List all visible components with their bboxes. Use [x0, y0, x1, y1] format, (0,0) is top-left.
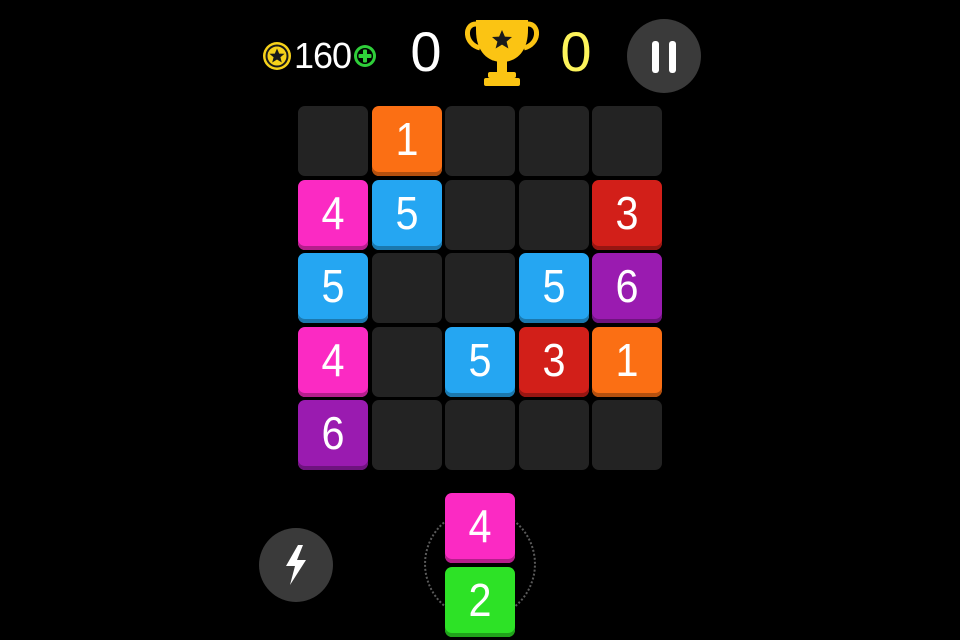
best-score: 0 — [560, 20, 592, 83]
tile-4[interactable]: 4 — [298, 179, 368, 250]
tile-5[interactable]: 5 — [445, 326, 515, 397]
next-tile-2[interactable]: 2 — [445, 567, 515, 637]
tile-number: 5 — [394, 186, 419, 239]
tile-number: 4 — [321, 333, 345, 386]
tile-number: 5 — [541, 260, 566, 312]
pause-bar-right — [669, 41, 676, 73]
tile-number: 4 — [468, 500, 492, 552]
tile-5[interactable]: 5 — [371, 179, 442, 250]
game-board: 145355645316 — [298, 106, 662, 470]
tile-1[interactable]: 1 — [592, 326, 662, 397]
tile-1[interactable]: 1 — [371, 106, 442, 176]
tile-6[interactable]: 6 — [592, 253, 662, 323]
current-score: 0 — [410, 20, 442, 83]
tile-number: 5 — [468, 333, 492, 386]
plus-icon[interactable] — [353, 44, 377, 68]
empty-cell[interactable] — [445, 106, 515, 176]
pause-bar-left — [652, 41, 659, 73]
tile-5[interactable]: 5 — [298, 253, 368, 323]
tile-number: 3 — [541, 333, 566, 386]
tile-number: 6 — [615, 260, 639, 312]
empty-cell[interactable] — [445, 179, 515, 250]
empty-cell[interactable] — [445, 253, 515, 323]
tile-number: 6 — [321, 407, 345, 459]
empty-cell[interactable] — [371, 253, 442, 323]
coin-icon — [263, 42, 291, 70]
empty-cell[interactable] — [371, 400, 442, 470]
tile-6[interactable]: 6 — [298, 400, 368, 470]
tile-4[interactable]: 4 — [298, 326, 368, 397]
next-tile-4[interactable]: 4 — [445, 493, 515, 563]
empty-cell[interactable] — [518, 106, 589, 176]
power-up-button[interactable] — [259, 528, 333, 602]
empty-cell[interactable] — [518, 179, 589, 250]
tile-number: 4 — [321, 186, 345, 239]
tile-number: 5 — [321, 260, 345, 312]
tile-number: 2 — [468, 574, 492, 626]
empty-cell[interactable] — [592, 400, 662, 470]
tile-number: 1 — [615, 333, 639, 386]
tile-5[interactable]: 5 — [518, 253, 589, 323]
coin-counter: 160 — [262, 34, 377, 78]
empty-cell[interactable] — [592, 106, 662, 176]
empty-cell[interactable] — [445, 400, 515, 470]
tile-number: 3 — [615, 186, 639, 239]
empty-cell[interactable] — [298, 106, 368, 176]
tile-number: 1 — [394, 113, 419, 165]
trophy-icon — [465, 20, 539, 86]
pause-button[interactable] — [627, 19, 701, 93]
empty-cell[interactable] — [371, 326, 442, 397]
coin-count: 160 — [294, 35, 352, 76]
empty-cell[interactable] — [518, 400, 589, 470]
tile-3[interactable]: 3 — [592, 179, 662, 250]
lightning-icon — [286, 545, 306, 585]
tile-3[interactable]: 3 — [518, 326, 589, 397]
